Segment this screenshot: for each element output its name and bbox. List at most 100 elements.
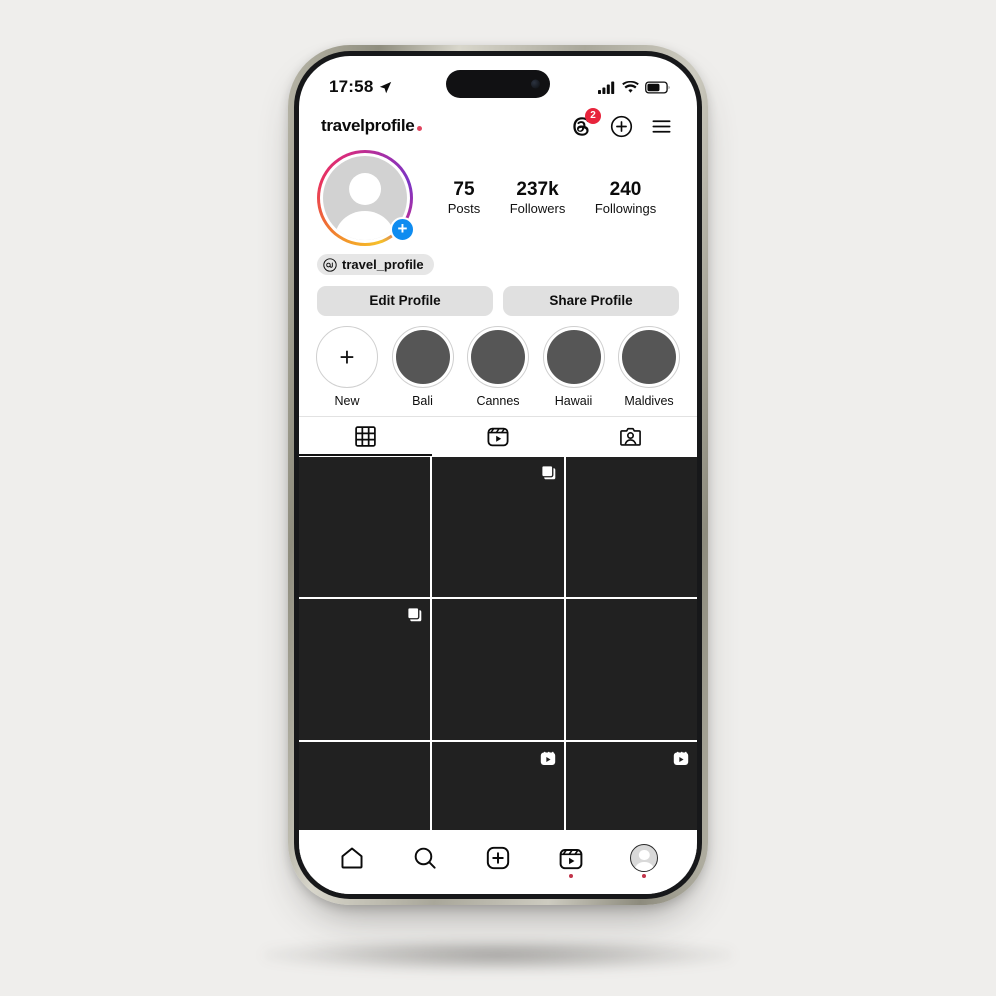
- stat-followings-value: 240: [609, 178, 642, 200]
- bottom-navigation-bar: [299, 830, 697, 894]
- highlight-cover[interactable]: [467, 325, 529, 388]
- avatar[interactable]: +: [317, 150, 415, 246]
- status-bar: 17:58: [299, 56, 697, 104]
- nav-reels[interactable]: [545, 836, 597, 880]
- add-post-button[interactable]: [610, 115, 633, 138]
- highlight-item[interactable]: Hawaii: [538, 325, 610, 408]
- stat-posts[interactable]: 75 Posts: [448, 178, 481, 219]
- highlight-new-label: New: [334, 393, 360, 408]
- nav-profile-notification-dot: [642, 874, 647, 878]
- wifi-icon: [622, 80, 639, 93]
- scene: 17:58 travelprofile 2 + 75 Posts 237k Fo…: [0, 0, 996, 996]
- brand-title-group: travelprofile: [321, 116, 423, 136]
- tagged-person-icon: [620, 427, 642, 446]
- front-camera-icon: [531, 79, 540, 89]
- profile-action-buttons: Edit Profile Share Profile: [299, 277, 697, 316]
- nav-search[interactable]: [399, 836, 451, 880]
- hamburger-menu-icon: [652, 119, 671, 133]
- threads-at-icon: [323, 257, 337, 272]
- post-tile[interactable]: [432, 456, 564, 598]
- nav-home[interactable]: [326, 836, 378, 880]
- profile-summary-row: + 75 Posts 237k Followers 240 Followings: [299, 146, 697, 246]
- nav-reels-notification-dot: [569, 874, 574, 878]
- nav-create[interactable]: [472, 836, 524, 880]
- highlight-cover-image: [395, 329, 450, 384]
- highlight-item[interactable]: Cannes: [462, 325, 534, 408]
- nav-avatar-body-shape: [634, 861, 654, 871]
- battery-icon: [645, 80, 670, 94]
- reels-icon: [672, 749, 690, 767]
- stat-followings-label: Followings: [594, 201, 657, 217]
- highlight-item[interactable]: Maldives: [613, 325, 685, 408]
- post-tile[interactable]: [565, 456, 697, 598]
- highlight-label: Bali: [412, 393, 433, 408]
- dynamic-island: [446, 70, 550, 98]
- brand-dot-icon: [417, 126, 423, 131]
- phone-drop-shadow: [263, 938, 733, 972]
- threads-button[interactable]: 2: [570, 107, 601, 138]
- profile-stats: 75 Posts 237k Followers 240 Followings: [419, 178, 677, 219]
- plus-icon: +: [339, 341, 355, 372]
- highlight-cover[interactable]: [391, 325, 454, 388]
- avatar-body-shape: [334, 211, 396, 240]
- stat-posts-value: 75: [453, 178, 475, 200]
- highlight-label: Cannes: [476, 393, 520, 408]
- nav-avatar-head-shape: [639, 849, 650, 861]
- phone-screen: 17:58 travelprofile 2 + 75 Posts 237k Fo…: [299, 56, 697, 894]
- status-time-group: 17:58: [329, 77, 392, 97]
- phone-frame: 17:58 travelprofile 2 + 75 Posts 237k Fo…: [288, 45, 708, 905]
- stat-followings[interactable]: 240 Followings: [595, 178, 656, 219]
- phone-bezel: 17:58 travelprofile 2 + 75 Posts 237k Fo…: [294, 51, 702, 899]
- highlight-new-circle[interactable]: +: [316, 325, 378, 388]
- highlight-cover[interactable]: [618, 325, 680, 388]
- avatar-icon: [630, 844, 659, 872]
- profile-tabs: [299, 415, 697, 456]
- grid-icon: [355, 425, 376, 447]
- location-arrow-icon: [380, 81, 392, 93]
- reels-icon: [539, 749, 557, 767]
- avatar-head-shape: [349, 172, 381, 205]
- highlight-label: Hawaii: [554, 393, 593, 408]
- handle-row: travel_profile: [299, 246, 697, 277]
- cellular-signal-icon: [598, 81, 615, 94]
- plus-circle-icon: [610, 115, 633, 137]
- highlight-cover[interactable]: [542, 325, 605, 388]
- reels-icon: [559, 849, 583, 870]
- app-header: travelprofile 2: [299, 104, 697, 146]
- menu-button[interactable]: [650, 115, 673, 138]
- search-icon: [414, 847, 436, 869]
- nav-profile[interactable]: [618, 836, 670, 880]
- post-grid: [299, 455, 697, 883]
- stat-posts-label: Posts: [447, 201, 481, 217]
- add-story-badge[interactable]: +: [390, 217, 415, 242]
- profile-handle-pill[interactable]: travel_profile: [317, 254, 434, 275]
- edit-profile-button[interactable]: Edit Profile: [317, 285, 493, 316]
- stat-followers-value: 237k: [516, 178, 559, 200]
- plus-square-icon: [486, 846, 510, 870]
- share-profile-button[interactable]: Share Profile: [503, 285, 679, 316]
- threads-notification-badge: 2: [585, 107, 601, 124]
- tab-reels[interactable]: [432, 417, 565, 456]
- status-time: 17:58: [329, 77, 374, 96]
- profile-handle: travel_profile: [342, 257, 424, 272]
- post-tile[interactable]: [565, 599, 697, 740]
- highlight-cover-image: [546, 329, 601, 384]
- carousel-icon: [406, 606, 423, 623]
- highlight-label: Maldives: [624, 393, 674, 408]
- highlight-new[interactable]: + New: [311, 325, 383, 408]
- stat-followers[interactable]: 237k Followers: [510, 178, 566, 219]
- highlight-cover-image: [622, 329, 676, 384]
- home-icon: [341, 847, 363, 869]
- stat-followers-label: Followers: [509, 201, 566, 217]
- story-highlights-row: + New Bali Cannes Hawaii Maldives: [299, 316, 697, 416]
- page-title: travelprofile: [321, 116, 415, 135]
- tab-tagged[interactable]: [564, 417, 697, 456]
- header-actions: 2: [570, 107, 673, 138]
- post-tile[interactable]: [299, 456, 431, 598]
- carousel-icon: [540, 464, 557, 481]
- post-tile[interactable]: [299, 599, 431, 740]
- highlight-item[interactable]: Bali: [387, 325, 459, 408]
- tab-grid[interactable]: [299, 417, 432, 456]
- status-icons-group: [598, 80, 671, 94]
- post-tile[interactable]: [432, 599, 564, 740]
